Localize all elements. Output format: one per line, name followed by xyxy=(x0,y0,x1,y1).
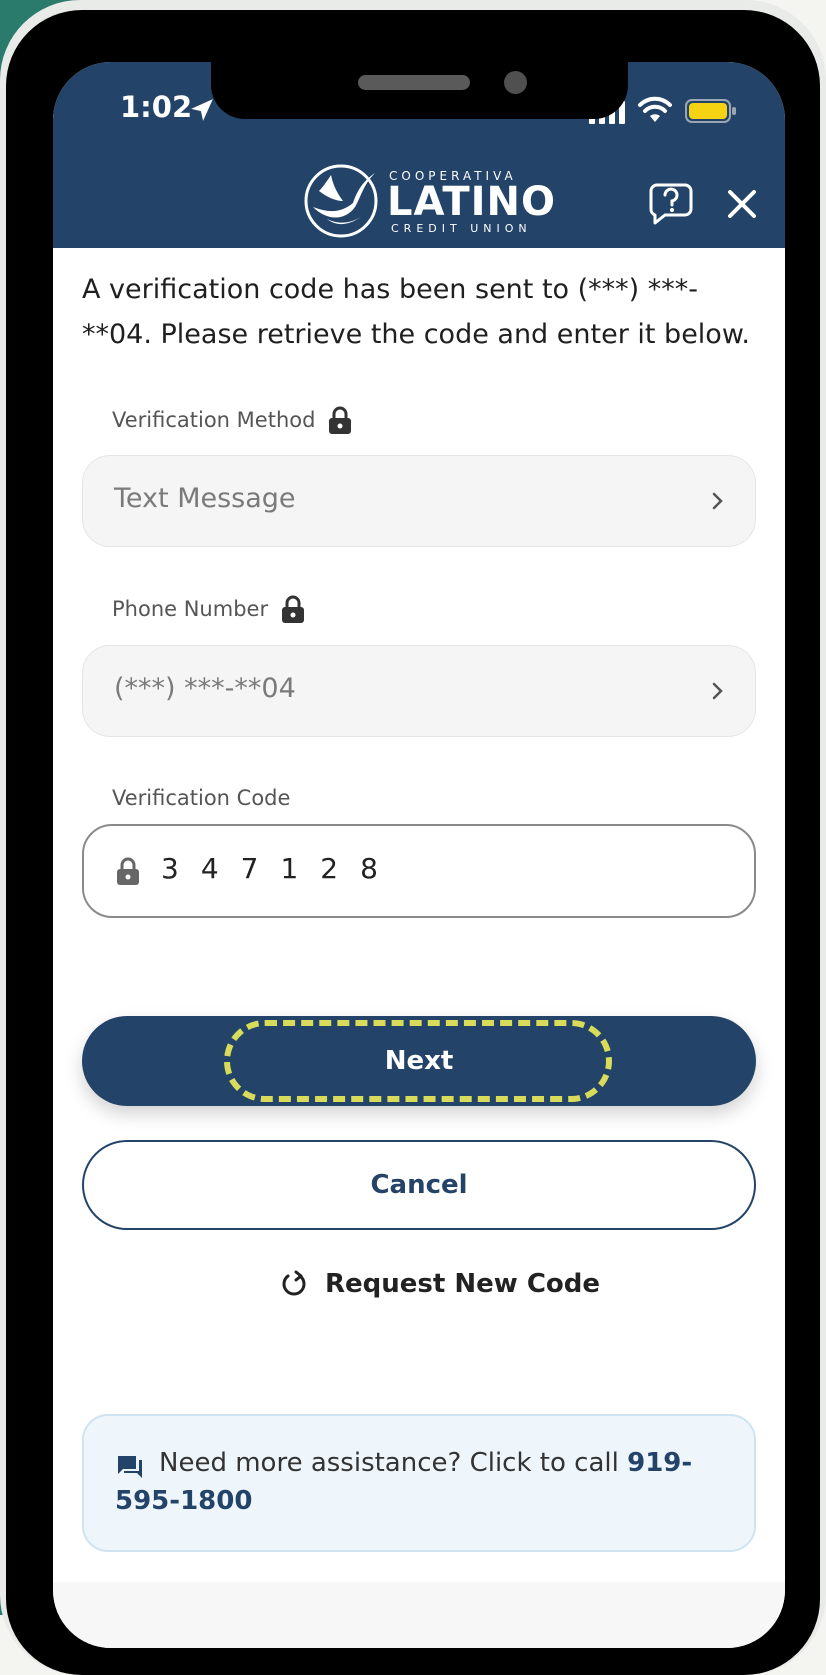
footer-area xyxy=(53,1582,785,1648)
phone-speaker xyxy=(358,75,470,90)
wifi-icon xyxy=(638,96,672,122)
logo-latino-text: LATINO xyxy=(387,179,556,225)
request-new-code-link[interactable]: Request New Code xyxy=(279,1262,600,1306)
status-time: 1:02 xyxy=(120,90,193,124)
dove-logo-icon xyxy=(304,164,378,238)
assistance-text: Need more assistance? Click to call 919-… xyxy=(115,1444,735,1520)
chevron-right-icon xyxy=(712,682,723,700)
verification-code-input[interactable]: 347128 xyxy=(82,824,756,918)
verification-code-label-text: Verification Code xyxy=(112,786,291,810)
assistance-callout[interactable]: Need more assistance? Click to call 919-… xyxy=(82,1414,756,1552)
verification-method-label: Verification Method xyxy=(112,405,353,435)
lock-icon xyxy=(282,595,305,623)
lock-icon xyxy=(329,406,352,434)
battery-icon xyxy=(685,99,736,123)
phone-number-label: Phone Number xyxy=(112,594,306,624)
phone-number-label-text: Phone Number xyxy=(112,597,269,621)
phone-number-value: (***) ***-**04 xyxy=(114,673,296,704)
refresh-icon xyxy=(282,1270,306,1296)
phone-body: 1:02 COOPERATIVA LATINO CREDIT UNION A v… xyxy=(6,10,820,1675)
verification-code-value: 347128 xyxy=(161,852,400,885)
chevron-right-icon xyxy=(712,492,723,510)
verification-instructions: A verification code has been sent to (**… xyxy=(82,274,751,350)
assistance-message: Need more assistance? Click to call xyxy=(159,1448,628,1478)
next-button-label: Next xyxy=(384,1046,454,1076)
location-arrow-icon xyxy=(191,99,213,121)
verification-method-label-text: Verification Method xyxy=(112,408,316,432)
phone-number-select[interactable]: (***) ***-**04 xyxy=(82,645,756,737)
lock-icon xyxy=(117,857,139,885)
logo-credit-union-text: CREDIT UNION xyxy=(391,222,532,235)
next-button[interactable]: Next xyxy=(82,1016,756,1106)
verification-code-label: Verification Code xyxy=(112,786,290,810)
cancel-button[interactable]: Cancel xyxy=(82,1140,756,1230)
phone-notch xyxy=(211,62,628,119)
close-icon[interactable] xyxy=(725,187,759,221)
verification-method-select[interactable]: Text Message xyxy=(82,455,756,547)
request-new-code-label: Request New Code xyxy=(325,1269,601,1299)
app-screen: 1:02 COOPERATIVA LATINO CREDIT UNION A v… xyxy=(53,62,785,1648)
brand-logo: COOPERATIVA LATINO CREDIT UNION xyxy=(303,161,555,241)
phone-camera xyxy=(504,71,527,94)
cancel-button-label: Cancel xyxy=(370,1170,468,1200)
verification-method-value: Text Message xyxy=(114,483,296,514)
help-chat-icon[interactable] xyxy=(645,179,693,227)
